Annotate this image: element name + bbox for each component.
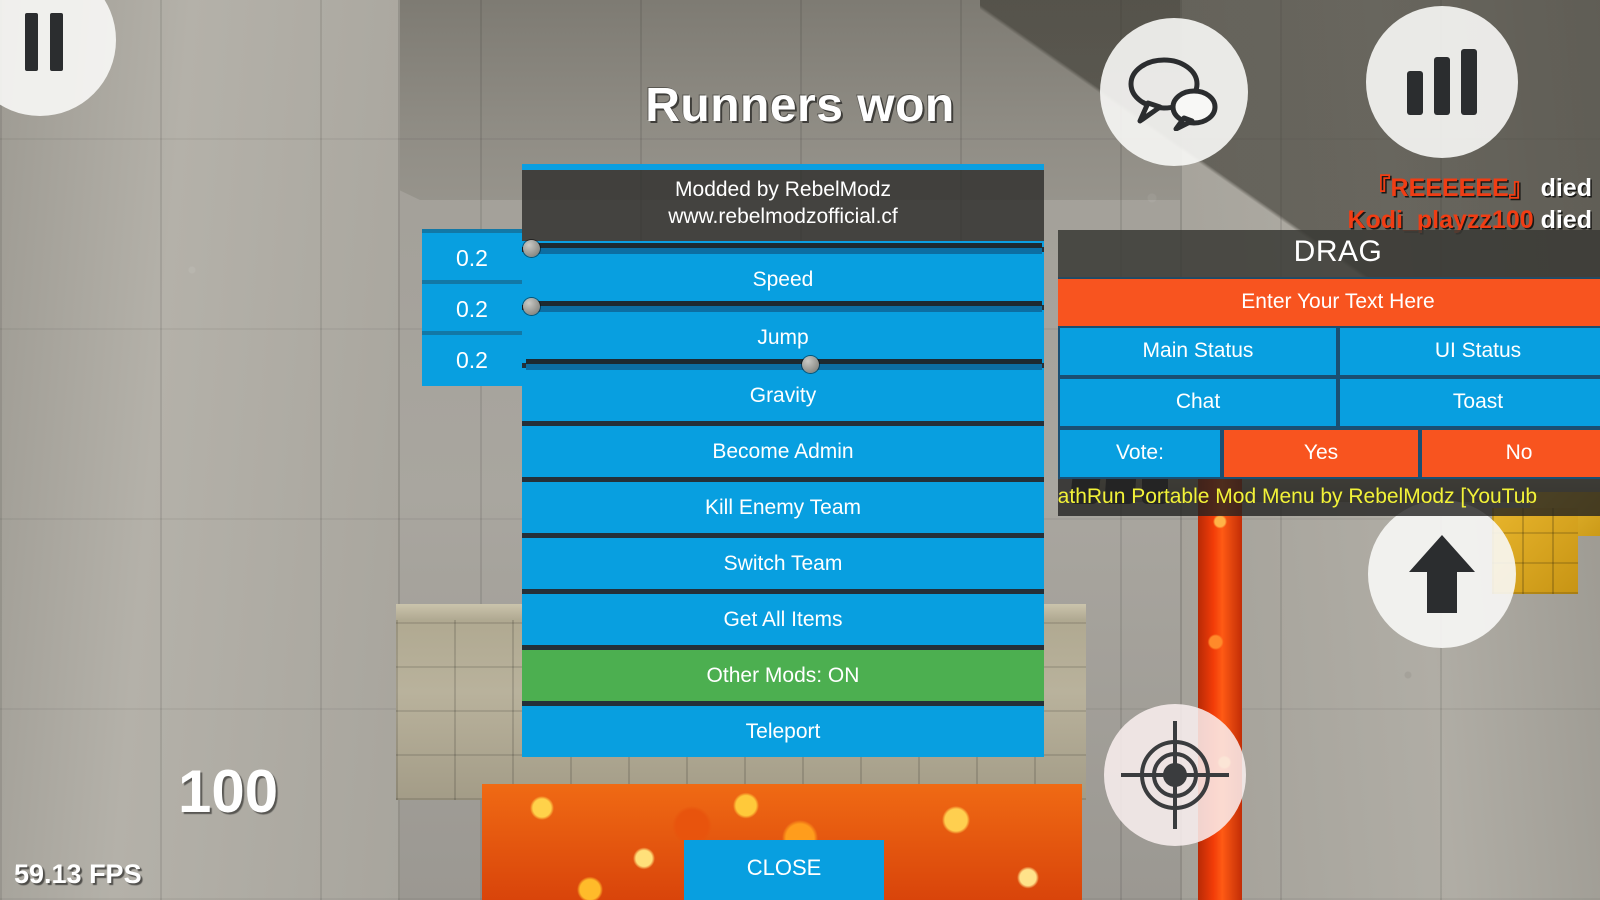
text-input-field[interactable]: Enter Your Text Here <box>1058 277 1600 326</box>
gravity-value-box[interactable]: 0.2 <box>422 331 522 386</box>
speed-slider-handle[interactable] <box>523 239 541 257</box>
mod-menu-panel: Modded by RebelModz www.rebelmodzofficia… <box>522 164 1044 757</box>
mod-menu-credit: Modded by RebelModz <box>675 178 891 201</box>
jump-button[interactable] <box>1368 500 1516 648</box>
main-status-button[interactable]: Main Status <box>1058 326 1338 377</box>
status-row-1: Main Status UI Status <box>1058 326 1600 377</box>
ticker-text: eathRun Portable Mod Menu by RebelModz [… <box>1058 485 1538 508</box>
kill-feed-player: 『REEEEEE』 <box>1365 174 1534 202</box>
other-mods-toggle[interactable]: Other Mods: ON <box>522 644 1044 701</box>
pause-icon <box>25 13 63 71</box>
gravity-slider-row: Gravity <box>522 355 1044 421</box>
become-admin-button[interactable]: Become Admin <box>522 420 1044 477</box>
kill-enemy-team-button[interactable]: Kill Enemy Team <box>522 476 1044 533</box>
speed-button[interactable]: Speed <box>522 246 1044 305</box>
vote-label: Vote: <box>1058 428 1222 479</box>
drag-panel: DRAG Enter Your Text Here Main Status UI… <box>1058 230 1600 516</box>
ui-status-button[interactable]: UI Status <box>1338 326 1600 377</box>
kill-feed: 『REEEEEE』 died Kodi_playzz100 died <box>1347 172 1592 236</box>
vote-yes-button[interactable]: Yes <box>1222 428 1420 479</box>
vote-row: Vote: Yes No <box>1058 428 1600 479</box>
mod-menu-website: www.rebelmodzofficial.cf <box>668 204 898 228</box>
gravity-button[interactable]: Gravity <box>522 362 1044 421</box>
vote-no-button[interactable]: No <box>1420 428 1600 479</box>
mod-menu-header: Modded by RebelModz www.rebelmodzofficia… <box>522 170 1044 241</box>
teleport-button[interactable]: Teleport <box>522 700 1044 757</box>
fps-counter: 59.13 FPS <box>14 859 142 889</box>
speed-value-box[interactable]: 0.2 <box>422 229 522 284</box>
status-row-2: Chat Toast <box>1058 377 1600 428</box>
close-button[interactable]: CLOSE <box>684 840 884 900</box>
up-arrow-icon <box>1409 535 1475 613</box>
jump-slider-track[interactable] <box>523 297 1042 315</box>
speed-slider-row: Speed <box>522 239 1044 305</box>
jump-value-box[interactable]: 0.2 <box>422 280 522 335</box>
ticker-bar: eathRun Portable Mod Menu by RebelModz [… <box>1058 479 1600 516</box>
toast-button[interactable]: Toast <box>1338 377 1600 428</box>
bar-chart-icon <box>1407 49 1477 115</box>
round-result-text: Runners won <box>645 79 955 132</box>
jump-button[interactable]: Jump <box>522 304 1044 363</box>
health-counter: 100 <box>178 758 279 825</box>
kill-feed-action: died <box>1540 174 1592 202</box>
speed-slider-track[interactable] <box>523 239 1042 257</box>
chat-button[interactable] <box>1100 18 1248 166</box>
chat-button-panel[interactable]: Chat <box>1058 377 1338 428</box>
kill-feed-entry: 『REEEEEE』 died <box>1347 172 1592 204</box>
crosshair-icon <box>1121 721 1229 829</box>
drag-handle[interactable]: DRAG <box>1058 230 1600 277</box>
jump-slider-handle[interactable] <box>523 297 541 315</box>
gravity-slider-track[interactable] <box>526 355 1042 373</box>
jump-slider-row: Jump <box>522 297 1044 363</box>
gravity-slider-handle[interactable] <box>801 355 819 373</box>
get-all-items-button[interactable]: Get All Items <box>522 588 1044 645</box>
switch-team-button[interactable]: Switch Team <box>522 532 1044 589</box>
scoreboard-button[interactable] <box>1366 6 1518 158</box>
chat-bubbles-icon <box>1128 57 1218 131</box>
shoot-button[interactable] <box>1104 704 1246 846</box>
game-screen: Runners won 100 59.13 FPS 『REEEEEE』 died… <box>0 0 1600 900</box>
